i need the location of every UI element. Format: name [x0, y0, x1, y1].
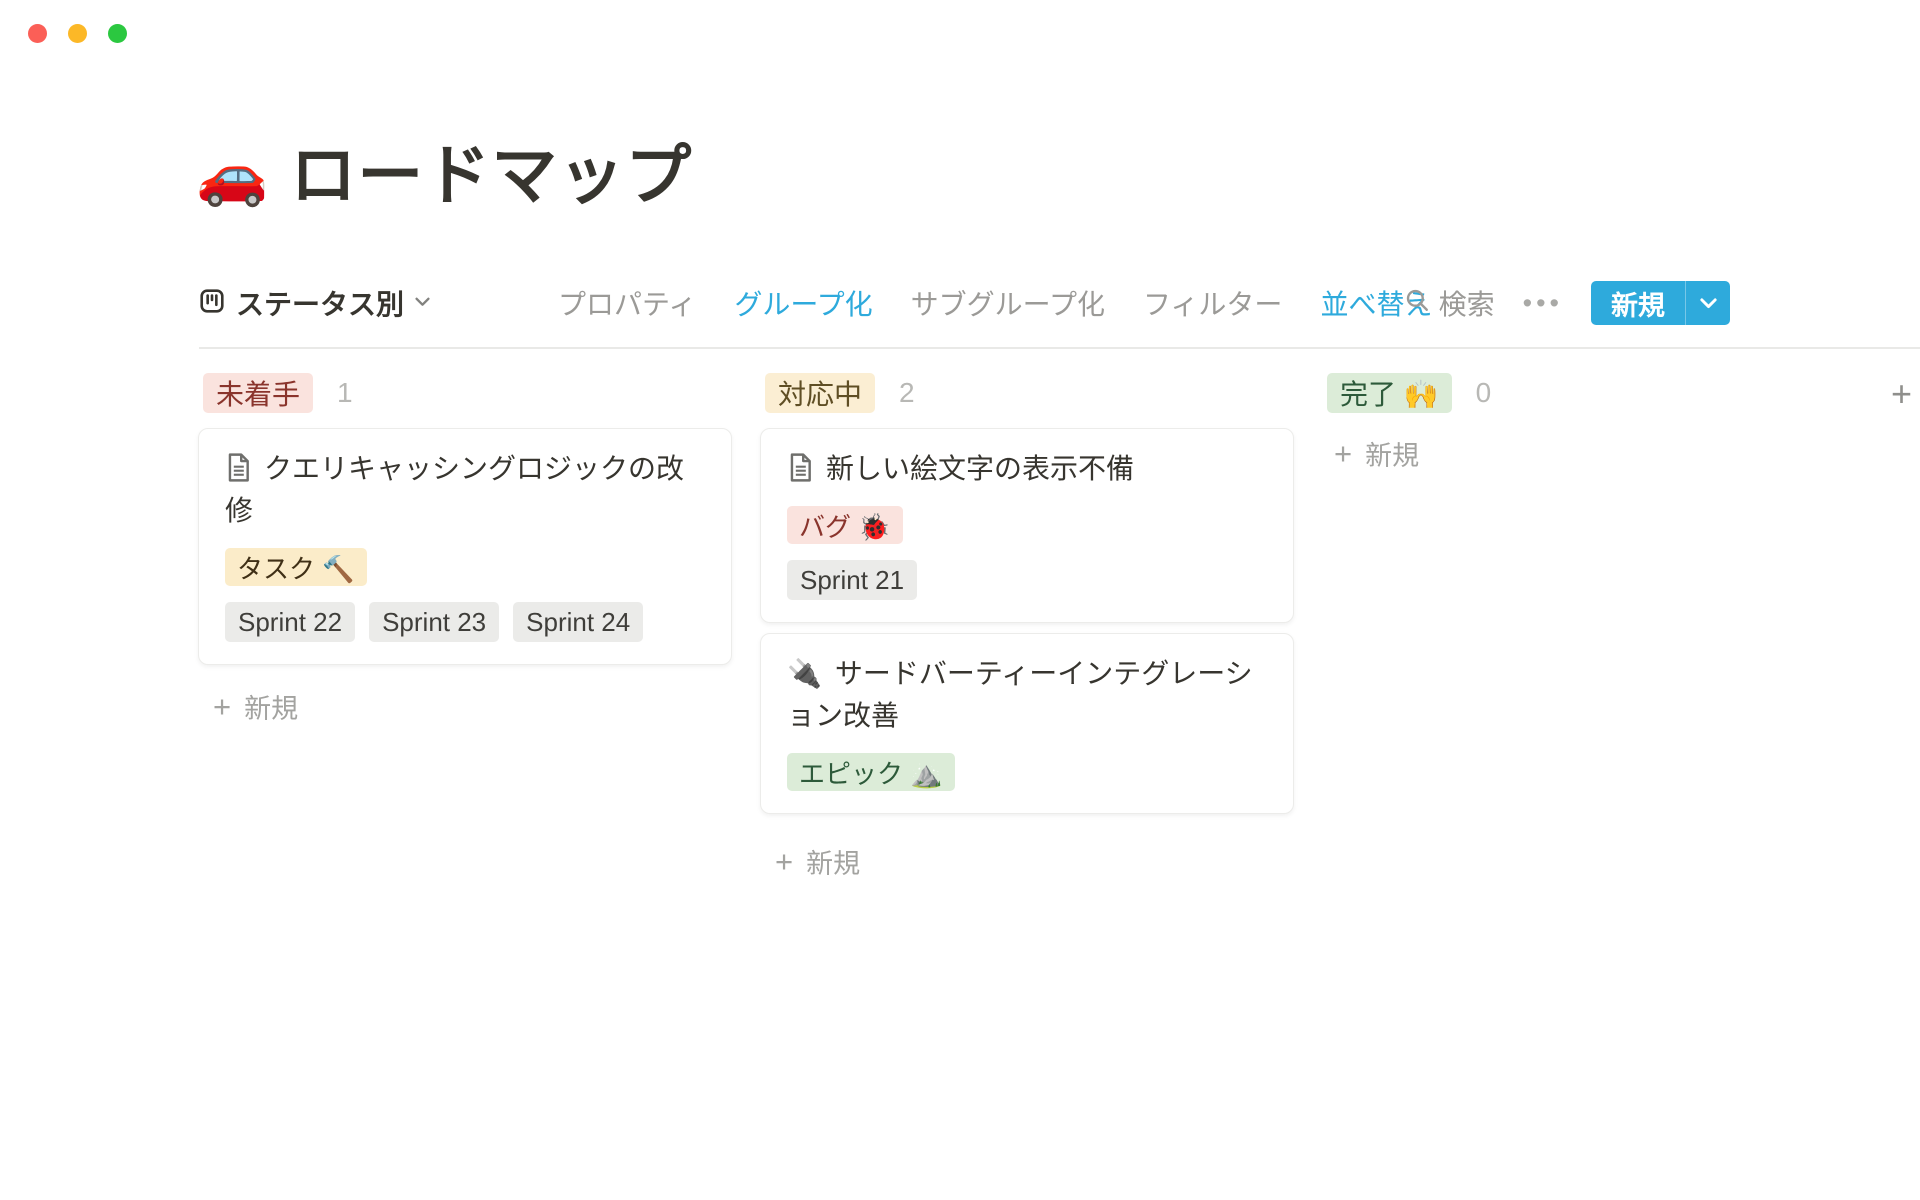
- menu-item-group-by[interactable]: グループ化: [734, 283, 872, 323]
- tag-sprint: Sprint 23: [369, 602, 499, 642]
- new-card-button[interactable]: + 新規: [1322, 434, 1856, 473]
- menu-item-subgroup-by[interactable]: サブグループ化: [911, 283, 1105, 323]
- plus-icon: +: [213, 691, 231, 722]
- menu-item-filter[interactable]: フィルター: [1143, 283, 1282, 323]
- new-card-label: 新規: [806, 842, 860, 881]
- card-query-caching[interactable]: クエリキャッシングロジックの改修 タスク 🔨 Sprint 22 Sprint …: [198, 428, 732, 665]
- new-card-button[interactable]: + 新規: [760, 842, 1294, 881]
- document-icon: [225, 448, 264, 490]
- page-icon-car[interactable]: 🚗: [196, 147, 268, 205]
- plug-icon: 🔌: [787, 658, 822, 689]
- tag-sprint: Sprint 24: [513, 602, 643, 642]
- sprint-row: Sprint 21: [787, 560, 1267, 600]
- new-button-chevron-icon[interactable]: [1686, 281, 1730, 325]
- status-badge-not-started[interactable]: 未着手: [203, 373, 313, 413]
- view-switcher[interactable]: ステータス別: [199, 280, 430, 326]
- card-third-party-integration[interactable]: 🔌サードバーティーインテグレーション改善 エピック ⛰️: [760, 633, 1294, 814]
- card-emoji-display-bug[interactable]: 新しい絵文字の表示不備 バグ 🐞 Sprint 21: [760, 428, 1294, 623]
- chevron-down-icon: [415, 294, 430, 312]
- card-title-text: 新しい絵文字の表示不備: [826, 453, 1134, 484]
- view-toolbar: ステータス別 プロパティ グループ化 サブグループ化 フィルター 並べ替え 検索…: [0, 280, 1920, 326]
- tag-task: タスク 🔨: [225, 548, 367, 586]
- add-group-button[interactable]: +: [1891, 376, 1912, 412]
- tag-row: エピック ⛰️: [787, 753, 1267, 791]
- card-title-text: サードバーティーインテグレーション改善: [787, 658, 1253, 731]
- column-count: 0: [1476, 377, 1492, 409]
- board-column-done: 完了 🙌 0 + 新規: [1322, 372, 1856, 473]
- more-options-icon[interactable]: •••: [1523, 290, 1563, 317]
- board-column-in-progress: 対応中 2 新しい絵文字の表示不備 バグ 🐞 Sprint 21 🔌サードバーテ…: [760, 372, 1294, 881]
- column-count: 1: [337, 377, 353, 409]
- tag-row: バグ 🐞: [787, 506, 1267, 544]
- column-header: 対応中 2: [760, 372, 1294, 414]
- new-card-label: 新規: [244, 687, 298, 726]
- view-name: ステータス別: [236, 283, 404, 323]
- column-header: 未着手 1: [198, 372, 732, 414]
- toolbar-right: 検索 ••• 新規: [1404, 280, 1730, 326]
- column-count: 2: [899, 377, 915, 409]
- card-title: クエリキャッシングロジックの改修: [225, 448, 705, 532]
- status-badge-in-progress[interactable]: 対応中: [765, 373, 875, 413]
- search-button[interactable]: 検索: [1404, 283, 1495, 323]
- sprint-row: Sprint 22 Sprint 23 Sprint 24: [225, 602, 705, 642]
- search-label: 検索: [1439, 283, 1495, 323]
- card-title: 🔌サードバーティーインテグレーション改善: [787, 653, 1267, 737]
- board-column-not-started: 未着手 1 クエリキャッシングロジックの改修 タスク 🔨 Sprint 22 S…: [198, 372, 732, 726]
- card-title: 新しい絵文字の表示不備: [787, 448, 1267, 490]
- view-options-menu: プロパティ グループ化 サブグループ化 フィルター 並べ替え: [558, 280, 1432, 326]
- column-header: 完了 🙌 0: [1322, 372, 1856, 414]
- search-icon: [1404, 287, 1430, 320]
- toolbar-divider: [199, 347, 1920, 349]
- minimize-window-button[interactable]: [68, 24, 87, 43]
- page-title[interactable]: ロードマップ: [290, 136, 692, 215]
- page-header: 🚗 ロードマップ: [196, 136, 692, 215]
- new-card-button[interactable]: + 新規: [198, 687, 732, 726]
- document-icon: [787, 448, 826, 490]
- new-button-label[interactable]: 新規: [1591, 281, 1686, 325]
- zoom-window-button[interactable]: [108, 24, 127, 43]
- plus-icon: +: [775, 846, 793, 877]
- menu-item-properties[interactable]: プロパティ: [558, 283, 696, 323]
- tag-bug: バグ 🐞: [787, 506, 903, 544]
- board-view-icon: [199, 288, 225, 319]
- tag-row: タスク 🔨: [225, 548, 705, 586]
- status-badge-done[interactable]: 完了 🙌: [1327, 373, 1452, 413]
- tag-sprint: Sprint 21: [787, 560, 917, 600]
- new-card-label: 新規: [1365, 434, 1419, 473]
- tag-sprint: Sprint 22: [225, 602, 355, 642]
- window-controls: [28, 24, 127, 43]
- tag-epic: エピック ⛰️: [787, 753, 955, 791]
- close-window-button[interactable]: [28, 24, 47, 43]
- plus-icon: +: [1334, 438, 1352, 469]
- new-button[interactable]: 新規: [1591, 281, 1730, 325]
- card-title-text: クエリキャッシングロジックの改修: [225, 453, 684, 526]
